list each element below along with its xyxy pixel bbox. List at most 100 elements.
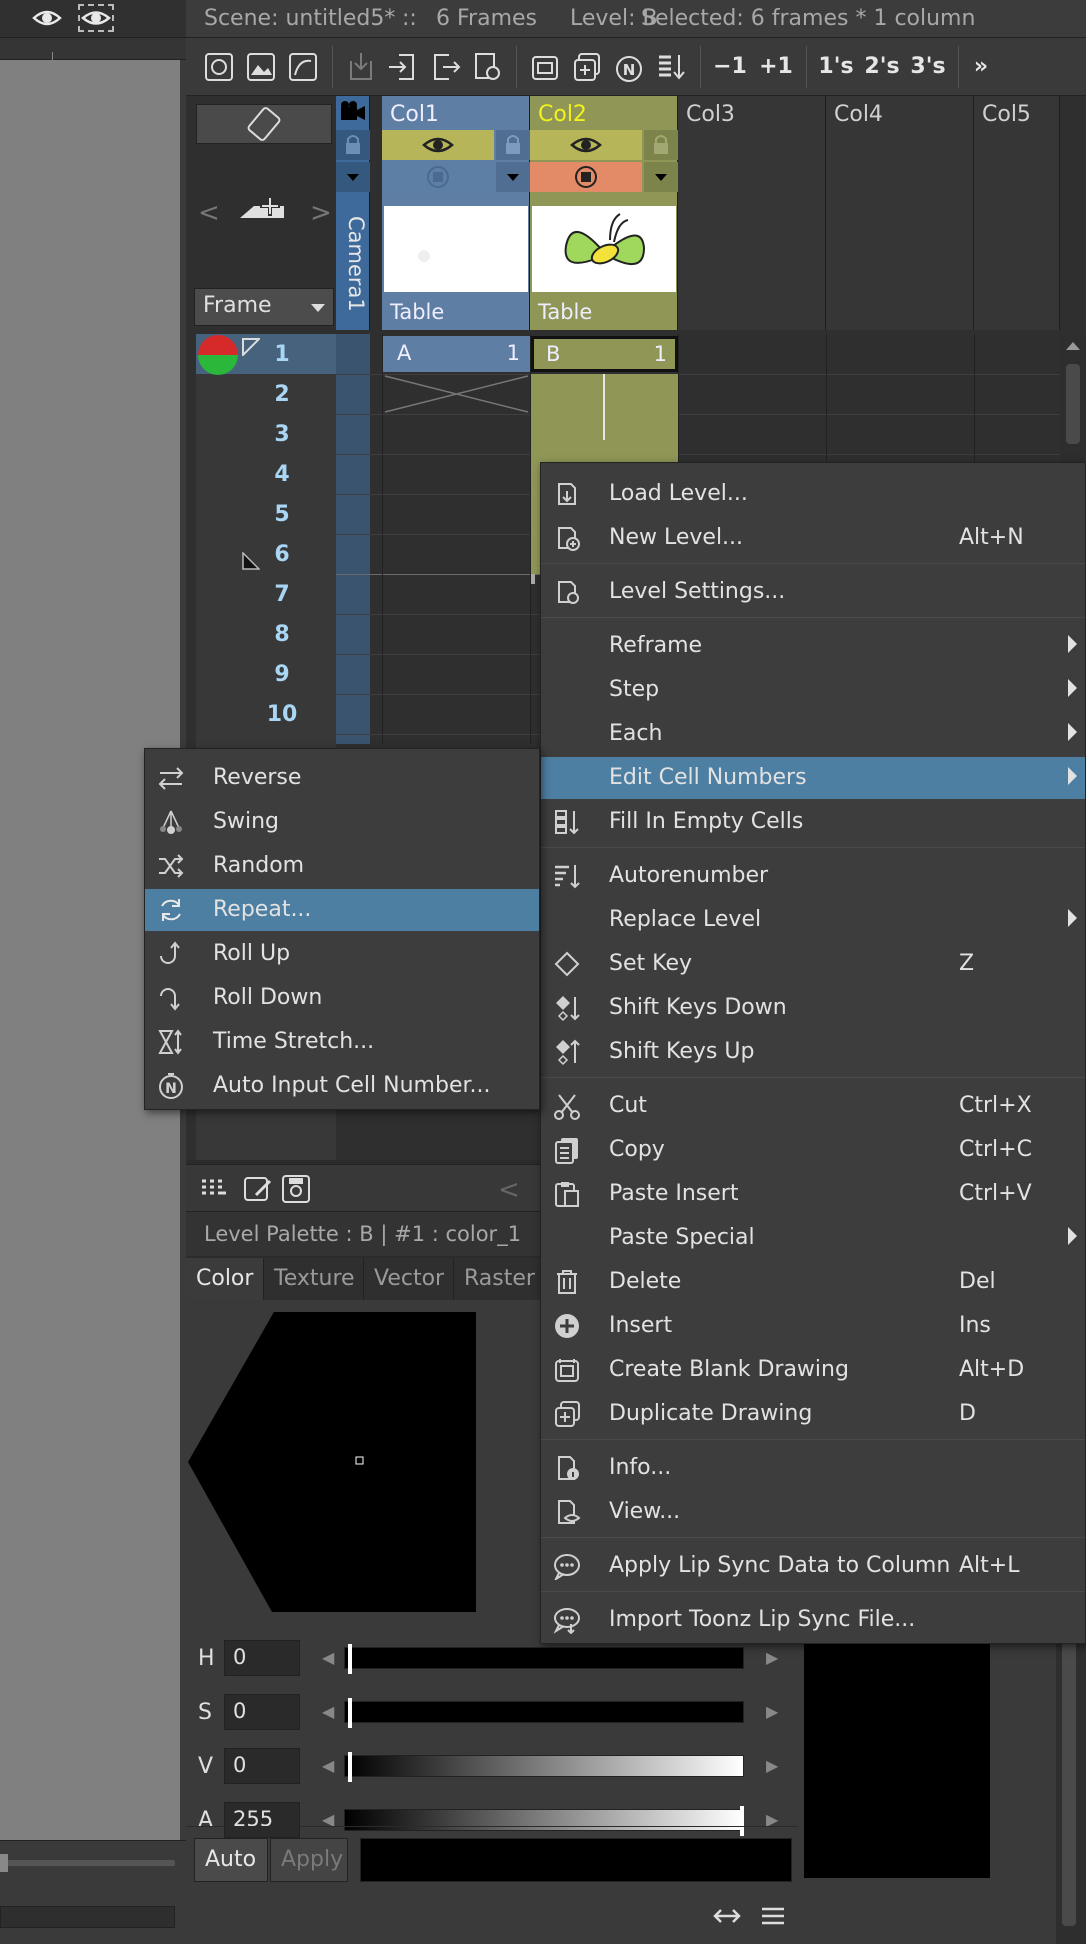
increase-step-button[interactable]: +1 bbox=[754, 48, 798, 86]
alpha-input[interactable]: 255 bbox=[224, 1802, 300, 1838]
reframe-ones-button[interactable]: 1's bbox=[814, 48, 858, 86]
submenu-item-roll-down[interactable]: Roll Down bbox=[145, 977, 539, 1019]
menu-item-each[interactable]: Each bbox=[541, 713, 1085, 755]
menu-item-insert[interactable]: Insert Ins bbox=[541, 1305, 1085, 1347]
camstand-toggle[interactable] bbox=[382, 162, 494, 192]
xsheet-orientation-button[interactable] bbox=[196, 104, 332, 144]
add-memo-icon[interactable] bbox=[236, 192, 288, 222]
menu-item-reframe[interactable]: Reframe bbox=[541, 625, 1085, 667]
export-icon[interactable] bbox=[426, 48, 464, 86]
menu-icon[interactable] bbox=[760, 1904, 786, 1928]
import-icon[interactable] bbox=[384, 48, 422, 86]
value-increase-arrow-icon[interactable]: ▶ bbox=[766, 1756, 778, 1775]
tab-texture[interactable]: Texture bbox=[264, 1258, 364, 1300]
menu-item-set-key[interactable]: Set Key Z bbox=[541, 943, 1085, 985]
column-pegbar-label[interactable]: Table bbox=[530, 296, 677, 330]
new-vector-level-icon[interactable] bbox=[284, 48, 322, 86]
menu-item-replace-level[interactable]: Replace Level bbox=[541, 899, 1085, 941]
autorenumber-icon[interactable] bbox=[652, 48, 690, 86]
menu-item-shift-keys-down[interactable]: Shift Keys Down bbox=[541, 987, 1085, 1029]
menu-item-create-blank-drawing[interactable]: Create Blank Drawing Alt+D bbox=[541, 1349, 1085, 1391]
column-config-dropdown[interactable] bbox=[644, 162, 678, 192]
tab-color[interactable]: Color bbox=[186, 1258, 264, 1300]
frame-zoom-dropdown[interactable]: Frame bbox=[194, 288, 334, 326]
xsheet-cell[interactable]: A 1 bbox=[383, 336, 530, 372]
column-header-col1[interactable]: Col1 Table bbox=[382, 96, 530, 330]
menu-item-view[interactable]: View... bbox=[541, 1491, 1085, 1533]
hue-slider[interactable] bbox=[344, 1647, 744, 1669]
reframe-twos-button[interactable]: 2's bbox=[860, 48, 904, 86]
auto-apply-button[interactable]: Auto bbox=[194, 1838, 268, 1882]
menu-item-load-level[interactable]: Load Level... bbox=[541, 473, 1085, 515]
menu-item-edit-cell-numbers[interactable]: Edit Cell Numbers bbox=[541, 757, 1085, 799]
menu-item-fill-in-empty-cells[interactable]: Fill In Empty Cells bbox=[541, 801, 1085, 843]
value-slider[interactable] bbox=[344, 1755, 744, 1777]
value-decrease-arrow-icon[interactable]: ◀ bbox=[322, 1756, 334, 1775]
camera-dropdown[interactable] bbox=[336, 162, 370, 192]
column-header-col2[interactable]: Col2 Table bbox=[530, 96, 678, 330]
column-config-dropdown[interactable] bbox=[496, 162, 530, 192]
slider-handle[interactable] bbox=[0, 1854, 8, 1872]
viewer-frame-slider[interactable] bbox=[0, 1860, 175, 1866]
menu-item-apply-lip-sync[interactable]: Apply Lip Sync Data to Column Alt+L bbox=[541, 1545, 1085, 1587]
eye-icon[interactable] bbox=[32, 6, 62, 30]
xsheet-cell-selected[interactable]: B 1 bbox=[531, 336, 678, 372]
camera-column[interactable]: Camera1 bbox=[336, 96, 370, 330]
resize-horizontal-icon[interactable] bbox=[712, 1904, 742, 1928]
onion-skin-toggle-icon[interactable] bbox=[196, 334, 240, 376]
hue-increase-arrow-icon[interactable]: ▶ bbox=[766, 1648, 778, 1667]
style-editor-scrollbar[interactable] bbox=[1056, 1620, 1086, 1944]
preview-visible-toggle[interactable] bbox=[530, 130, 642, 160]
decrease-step-button[interactable]: −1 bbox=[708, 48, 752, 86]
auto-input-cell-number-icon[interactable]: N bbox=[610, 48, 648, 86]
column-header-col3[interactable]: Col3 bbox=[678, 96, 826, 330]
hue-input[interactable]: 0 bbox=[224, 1640, 300, 1676]
submenu-item-roll-up[interactable]: Roll Up bbox=[145, 933, 539, 975]
menu-item-level-settings[interactable]: Level Settings... bbox=[541, 571, 1085, 613]
menu-item-autorenumber[interactable]: Autorenumber bbox=[541, 855, 1085, 897]
color-wheel-area[interactable] bbox=[186, 1300, 546, 1620]
saturation-slider[interactable] bbox=[344, 1701, 744, 1723]
menu-item-info[interactable]: Info... bbox=[541, 1447, 1085, 1489]
column-header-col5[interactable]: Col5 bbox=[974, 96, 1060, 330]
submenu-item-swing[interactable]: Swing bbox=[145, 801, 539, 843]
save-palette-icon[interactable] bbox=[280, 1173, 312, 1205]
camstand-toggle[interactable] bbox=[530, 162, 642, 192]
new-toonz-raster-level-icon[interactable] bbox=[200, 48, 238, 86]
menu-item-copy[interactable]: Copy Ctrl+C bbox=[541, 1129, 1085, 1171]
menu-item-duplicate-drawing[interactable]: Duplicate Drawing D bbox=[541, 1393, 1085, 1435]
preview-visible-toggle[interactable] bbox=[382, 130, 494, 160]
saturation-decrease-arrow-icon[interactable]: ◀ bbox=[322, 1702, 334, 1721]
camera-view-toggle-icon[interactable] bbox=[78, 4, 114, 32]
value-input[interactable]: 0 bbox=[224, 1748, 300, 1784]
tab-raster[interactable]: Raster bbox=[454, 1258, 546, 1300]
reframe-threes-button[interactable]: 3's bbox=[906, 48, 950, 86]
new-raster-level-icon[interactable] bbox=[242, 48, 280, 86]
viewer-scrollbar[interactable] bbox=[0, 1906, 175, 1928]
apply-button[interactable]: Apply bbox=[270, 1838, 348, 1882]
menu-item-new-level[interactable]: New Level... Alt+N bbox=[541, 517, 1085, 559]
camera-lock-icon[interactable] bbox=[336, 130, 370, 160]
prev-memo-arrow-icon[interactable]: < bbox=[198, 198, 220, 228]
saturation-input[interactable]: 0 bbox=[224, 1694, 300, 1730]
duplicate-drawing-icon[interactable] bbox=[568, 48, 606, 86]
menu-item-paste-insert[interactable]: Paste Insert Ctrl+V bbox=[541, 1173, 1085, 1215]
camera-column-cells[interactable] bbox=[336, 334, 370, 744]
menu-item-cut[interactable]: Cut Ctrl+X bbox=[541, 1085, 1085, 1127]
edit-palette-icon[interactable] bbox=[242, 1173, 274, 1205]
submenu-item-auto-input-cell-number[interactable]: N Auto Input Cell Number... bbox=[145, 1065, 539, 1107]
palette-scroll-left-icon[interactable]: < bbox=[498, 1175, 520, 1205]
column-lock-icon[interactable] bbox=[644, 130, 678, 160]
hue-decrease-arrow-icon[interactable]: ◀ bbox=[322, 1648, 334, 1667]
column-header-col4[interactable]: Col4 bbox=[826, 96, 974, 330]
toolbar-overflow-button[interactable]: » bbox=[966, 48, 996, 86]
menu-item-delete[interactable]: Delete Del bbox=[541, 1261, 1085, 1303]
hexagon-color-picker[interactable] bbox=[186, 1300, 546, 1620]
submenu-item-reverse[interactable]: Reverse bbox=[145, 757, 539, 799]
menu-item-step[interactable]: Step bbox=[541, 669, 1085, 711]
column-pegbar-label[interactable]: Table bbox=[382, 296, 529, 330]
alpha-slider[interactable] bbox=[344, 1809, 744, 1831]
next-memo-arrow-icon[interactable]: > bbox=[310, 198, 332, 228]
submenu-item-random[interactable]: Random bbox=[145, 845, 539, 887]
saturation-increase-arrow-icon[interactable]: ▶ bbox=[766, 1702, 778, 1721]
